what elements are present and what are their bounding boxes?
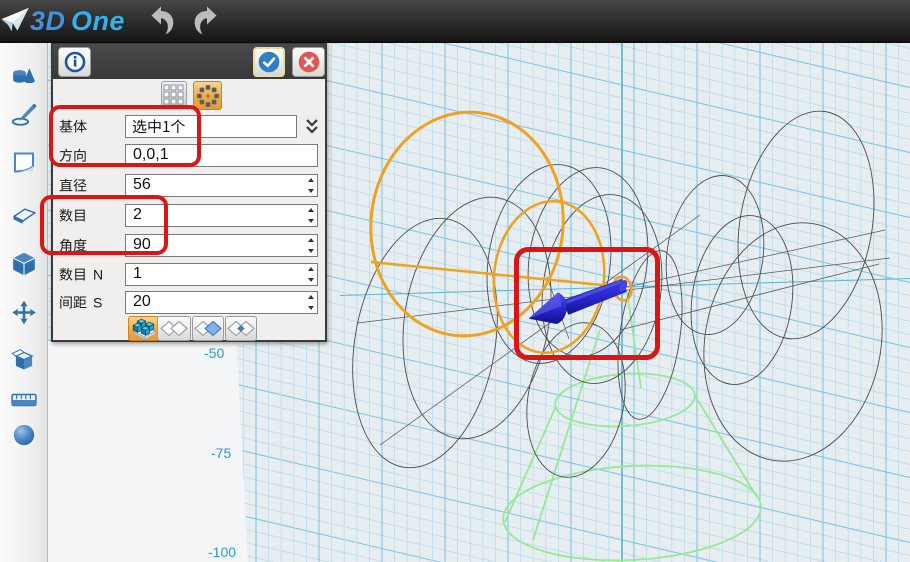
svg-text:S: S [93, 295, 102, 311]
svg-text:N: N [93, 267, 103, 283]
